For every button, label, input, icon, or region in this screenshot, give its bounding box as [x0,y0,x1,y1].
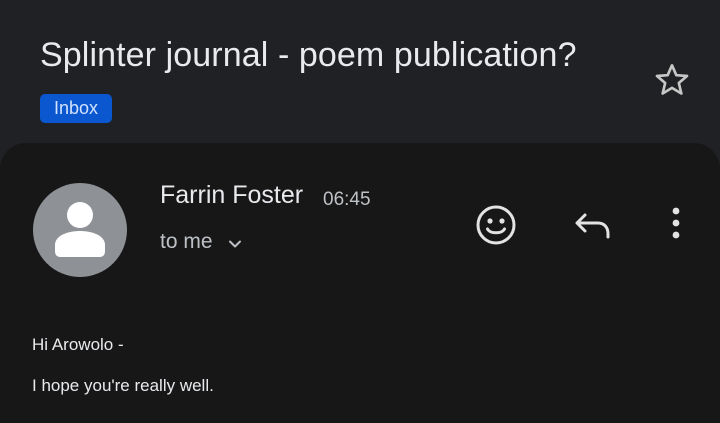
reply-icon [575,213,610,239]
body-greeting: Hi Arowolo - [32,335,124,354]
emoji-smile-icon [476,205,516,245]
chevron-down-icon [228,240,241,248]
add-reaction-button[interactable] [474,203,518,247]
recipient-toggle[interactable]: to me [160,230,245,254]
more-options-button[interactable] [654,203,698,247]
message-card: Farrin Foster 06:45 to me Hi Arowolo - I… [0,143,720,423]
star-icon[interactable] [652,60,692,100]
sender-avatar[interactable] [33,183,127,277]
more-vert-icon [672,207,680,239]
email-subject: Splinter journal - poem publication? [40,36,577,74]
message-time: 06:45 [323,189,371,210]
body-paragraph: I hope you're really well. [32,376,214,395]
person-icon [55,202,105,257]
reply-button[interactable] [570,203,614,247]
sender-name[interactable]: Farrin Foster [160,181,303,210]
email-header: Splinter journal - poem publication? Inb… [0,0,720,145]
inbox-label-chip[interactable]: Inbox [40,94,113,123]
recipient-text: to me [160,230,213,253]
